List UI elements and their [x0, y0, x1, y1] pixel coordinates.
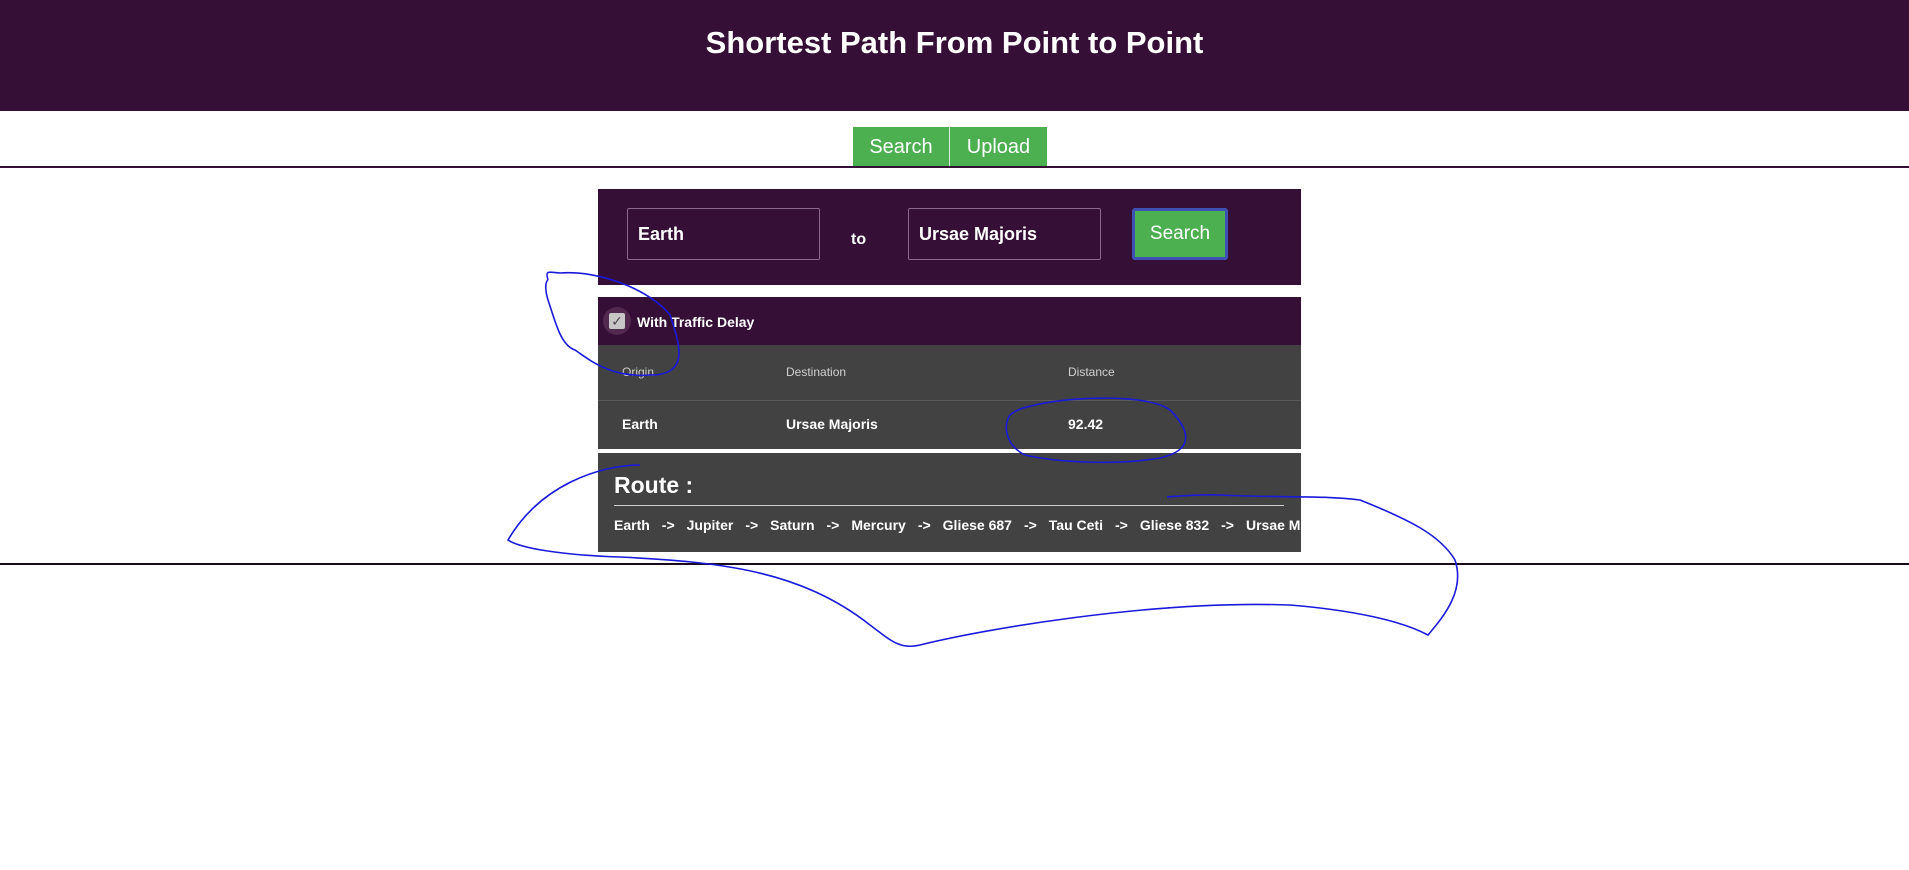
route-arrow: -> — [745, 517, 759, 533]
column-header-origin: Origin — [622, 365, 655, 379]
route-path: Earth -> Jupiter -> Saturn -> Mercury -> Gliese … — [614, 517, 1338, 533]
cell-destination: Ursae Majoris — [786, 416, 878, 432]
traffic-delay-bar: ✓ With Traffic Delay — [598, 297, 1301, 345]
column-header-destination: Destination — [786, 365, 847, 379]
route-arrow: -> — [661, 517, 675, 533]
route-stop: Earth — [614, 517, 650, 533]
route-stop: Ursae Majoris — [1245, 517, 1338, 533]
route-arrow: -> — [1221, 517, 1234, 533]
route-stop: Mercury — [851, 517, 906, 533]
nav-search-button[interactable]: Search — [853, 127, 949, 167]
page-title: Shortest Path From Point to Point — [705, 24, 1204, 60]
app-header: Shortest Path From Point to Point — [0, 0, 1909, 111]
destination-input[interactable]: Ursae Majoris — [908, 208, 1101, 260]
column-header-distance: Distance — [1068, 365, 1115, 379]
route-stop: Tau Ceti — [1048, 517, 1103, 533]
to-label: to — [851, 231, 867, 248]
route-arrow: -> — [1023, 517, 1037, 533]
route-stop: Gliese 832 — [1139, 517, 1210, 533]
route-arrow: -> — [1115, 517, 1128, 533]
cell-origin: Earth — [622, 416, 658, 432]
bottom-divider — [0, 563, 1909, 565]
route-panel: Route : Earth -> Jupiter -> Saturn -> Mercury -… — [598, 453, 1338, 552]
origin-input[interactable]: Earth — [627, 208, 820, 260]
search-panel: Earth to Ursae Majoris Search — [598, 189, 1301, 285]
route-stop: Gliese 687 — [942, 517, 1012, 533]
table-header: Origin Destination Distance — [598, 345, 1301, 401]
route-title: Route : — [614, 472, 694, 498]
route-divider — [614, 505, 1284, 506]
route-arrow: -> — [917, 517, 931, 533]
route-stop: Saturn — [770, 517, 815, 533]
nav-upload-button[interactable]: Upload — [949, 127, 1047, 167]
top-divider — [0, 166, 1909, 168]
results-table: Origin Destination Distance Earth Ursae … — [598, 345, 1301, 449]
traffic-delay-label: With Traffic Delay — [637, 314, 755, 330]
route-arrow: -> — [826, 517, 840, 533]
nav-bar: Search Upload — [853, 127, 1047, 167]
search-submit-button[interactable]: Search — [1132, 208, 1228, 260]
cell-distance: 92.42 — [1068, 416, 1104, 432]
check-icon: ✓ — [609, 313, 625, 329]
route-stop: Jupiter — [686, 517, 734, 533]
traffic-delay-checkbox[interactable]: ✓ — [603, 307, 631, 335]
